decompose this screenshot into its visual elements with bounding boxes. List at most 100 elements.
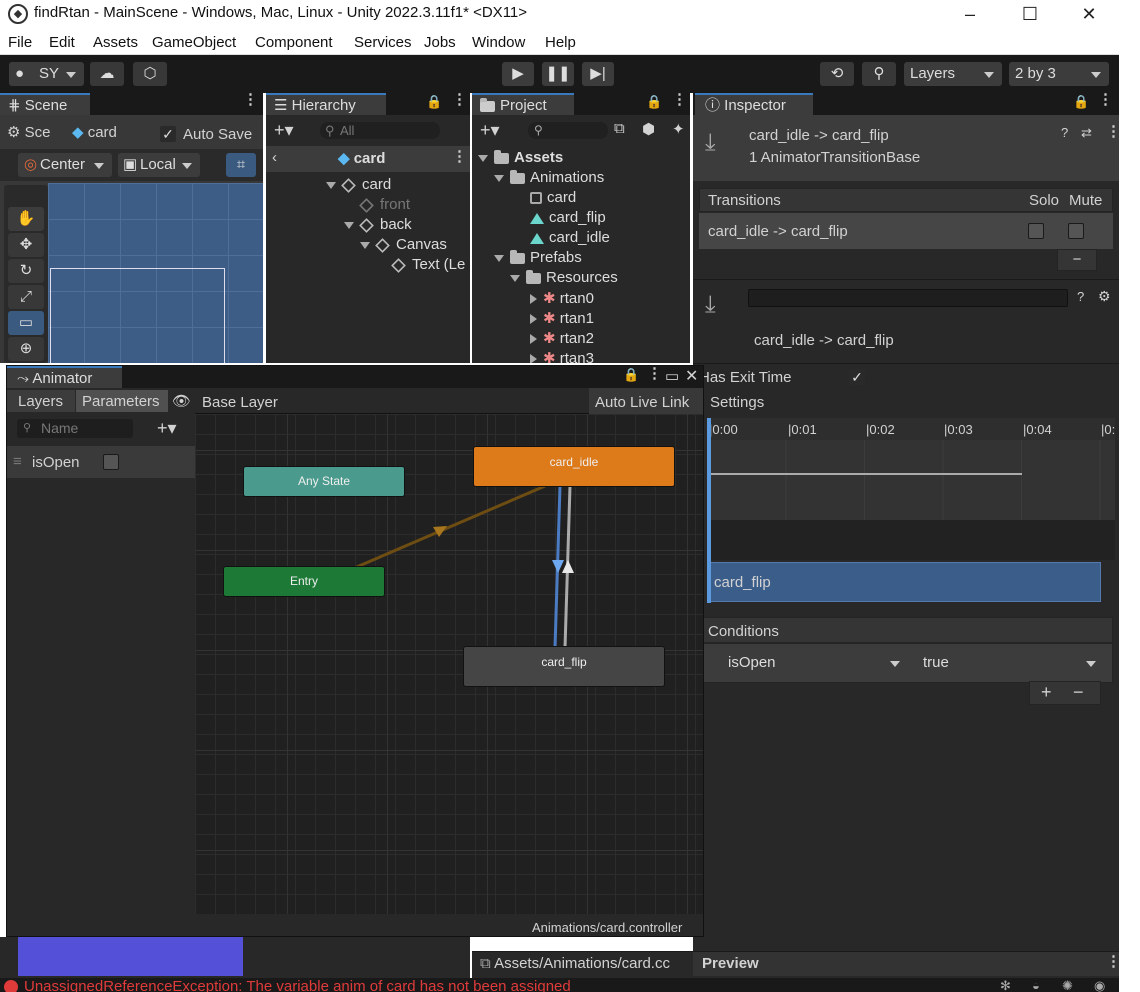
tab-inspector[interactable]: ⓘ Inspector bbox=[695, 93, 813, 115]
inspector-lock-icon[interactable]: 🔒 bbox=[1073, 94, 1089, 110]
project-menu-icon[interactable]: ⋮ bbox=[672, 93, 687, 107]
hierarchy-root-menu-icon[interactable]: ⋮ bbox=[452, 149, 467, 164]
project-type-icon[interactable]: ⬢ bbox=[642, 120, 655, 138]
bug-icon[interactable]: ✺ bbox=[1062, 978, 1073, 992]
remove-transition-button[interactable]: − bbox=[1057, 249, 1097, 271]
close-icon[interactable]: ✕ bbox=[1059, 0, 1119, 31]
tab-project[interactable]: Project bbox=[472, 93, 574, 115]
rotate-tool-icon[interactable]: ↻ bbox=[8, 259, 44, 283]
history-icon[interactable]: ⟲ bbox=[820, 62, 854, 86]
account-dropdown[interactable]: ● SY bbox=[9, 62, 84, 86]
debug-icon[interactable]: ✻ bbox=[1000, 978, 1011, 992]
settings-foldout[interactable]: Settings bbox=[710, 394, 764, 411]
maximize-icon[interactable]: ☐ bbox=[1000, 0, 1060, 31]
entry-to-idle-transition[interactable] bbox=[351, 484, 546, 571]
menu-help[interactable]: Help bbox=[545, 34, 576, 51]
hierarchy-back-icon[interactable]: ‹ bbox=[272, 149, 277, 166]
tab-animator[interactable]: ⤳ Animator bbox=[7, 366, 122, 388]
hierarchy-item-canvas[interactable]: Canvas bbox=[360, 236, 447, 253]
timeline-ruler[interactable] bbox=[707, 418, 1115, 440]
settings-gear-icon[interactable]: ⚙ bbox=[1098, 288, 1111, 305]
hierarchy-add-button[interactable]: +▾ bbox=[274, 120, 294, 141]
condition-value-dropdown[interactable]: true bbox=[917, 651, 1104, 675]
has-exit-time-checkbox[interactable]: ✓ bbox=[849, 369, 865, 385]
collab-icon[interactable]: ⬡ bbox=[133, 62, 167, 86]
space-dropdown[interactable]: ▣ Local bbox=[118, 153, 200, 177]
drag-handle-icon[interactable]: ≡ bbox=[13, 453, 22, 470]
eye-icon[interactable]: 👁 bbox=[172, 392, 191, 410]
project-search-input[interactable]: ⚲ bbox=[528, 122, 608, 139]
hierarchy-lock-icon[interactable]: 🔒 bbox=[426, 94, 442, 110]
timeline-curve-area[interactable] bbox=[707, 440, 1115, 520]
state-card-flip[interactable]: card_flip bbox=[464, 647, 664, 686]
project-add-button[interactable]: +▾ bbox=[480, 120, 500, 141]
hierarchy-search-input[interactable]: ⚲ All bbox=[320, 122, 440, 139]
preview-label[interactable]: Preview bbox=[702, 955, 759, 972]
layout-dropdown[interactable]: 2 by 3 bbox=[1009, 62, 1109, 86]
animator-close-icon[interactable]: ✕ bbox=[685, 366, 698, 386]
menu-services[interactable]: Services bbox=[354, 34, 412, 51]
auto-save-checkbox[interactable]: ✓ bbox=[160, 126, 176, 142]
settings-help-icon[interactable]: ? bbox=[1077, 289, 1084, 304]
scale-tool-icon[interactable]: ⤢ bbox=[8, 285, 44, 309]
preset-icon[interactable]: ⇄ bbox=[1081, 125, 1092, 141]
animator-maximize-icon[interactable]: ▭ bbox=[665, 367, 679, 385]
project-item-rtan2[interactable]: ✱ rtan2 bbox=[530, 329, 594, 347]
hierarchy-item-card[interactable]: card bbox=[326, 176, 391, 193]
preview-menu-icon[interactable]: ⋮ bbox=[1106, 954, 1119, 969]
pivot-dropdown[interactable]: ◎ Center bbox=[18, 153, 112, 177]
state-any-state[interactable]: Any State bbox=[244, 467, 404, 496]
state-entry[interactable]: Entry bbox=[224, 567, 384, 596]
hierarchy-menu-icon[interactable]: ⋮ bbox=[452, 93, 467, 107]
remove-condition-button[interactable]: − bbox=[1073, 682, 1084, 703]
menu-gameobject[interactable]: GameObject bbox=[152, 34, 236, 51]
parameter-search-input[interactable]: ⚲ Name bbox=[17, 419, 133, 438]
project-item-card-idle[interactable]: card_idle bbox=[530, 229, 610, 246]
animator-menu-icon[interactable]: ⋮ bbox=[647, 366, 662, 381]
rect-tool-icon[interactable]: ▭ bbox=[8, 311, 44, 335]
console-error-message[interactable]: UnassignedReferenceException: The variab… bbox=[24, 978, 571, 992]
scene-breadcrumb[interactable]: ⚙ Sce bbox=[7, 123, 50, 141]
help-icon[interactable]: ? bbox=[1061, 125, 1068, 140]
menu-assets[interactable]: Assets bbox=[93, 34, 138, 51]
layers-dropdown[interactable]: Layers bbox=[904, 62, 1002, 86]
search-icon[interactable]: ⚲ bbox=[862, 62, 896, 86]
playhead[interactable] bbox=[707, 418, 711, 603]
state-card-idle[interactable]: card_idle bbox=[474, 447, 674, 486]
animator-lock-icon[interactable]: 🔒 bbox=[623, 367, 639, 383]
menu-edit[interactable]: Edit bbox=[49, 34, 75, 51]
project-item-prefabs[interactable]: Prefabs bbox=[494, 249, 582, 266]
move-tool-icon[interactable]: ✥ bbox=[8, 233, 44, 257]
project-item-rtan1[interactable]: ✱ rtan1 bbox=[530, 309, 594, 327]
parameter-value-checkbox[interactable] bbox=[103, 454, 119, 470]
project-lock-icon[interactable]: 🔒 bbox=[646, 94, 662, 110]
hierarchy-item-text[interactable]: Text (Le bbox=[391, 256, 465, 273]
base-layer-breadcrumb[interactable]: Base Layer bbox=[202, 394, 278, 411]
cloud-icon[interactable]: ☁ bbox=[90, 62, 124, 86]
breadcrumb-object[interactable]: ◆ card bbox=[72, 123, 117, 141]
transition-name-field[interactable] bbox=[748, 289, 1068, 307]
play-button[interactable]: ▶ bbox=[502, 62, 534, 86]
progress-icon[interactable]: ◒ bbox=[1032, 978, 1040, 992]
project-item-card-flip[interactable]: card_flip bbox=[530, 209, 606, 226]
hierarchy-item-back[interactable]: back bbox=[344, 216, 412, 233]
tab-scene[interactable]: ⋕ Scene bbox=[0, 93, 90, 115]
project-item-rtan0[interactable]: ✱ rtan0 bbox=[530, 289, 594, 307]
menu-window[interactable]: Window bbox=[472, 34, 525, 51]
solo-checkbox[interactable] bbox=[1028, 223, 1044, 239]
transform-tool-icon[interactable]: ⊕ bbox=[8, 337, 44, 361]
header-menu-icon[interactable]: ⋮ bbox=[1106, 124, 1119, 139]
menu-jobs[interactable]: Jobs bbox=[424, 34, 456, 51]
add-condition-button[interactable]: + bbox=[1041, 682, 1052, 703]
condition-param-dropdown[interactable]: isOpen bbox=[722, 651, 908, 675]
scene-menu-icon[interactable]: ⋮ bbox=[243, 93, 258, 107]
project-item-animations[interactable]: Animations bbox=[494, 169, 604, 186]
menu-component[interactable]: Component bbox=[255, 34, 333, 51]
project-item-resources[interactable]: Resources bbox=[510, 269, 618, 286]
project-filter-icon[interactable]: ⧉ bbox=[614, 120, 625, 137]
add-parameter-button[interactable]: +▾ bbox=[157, 418, 177, 439]
hand-tool-icon[interactable]: ✋ bbox=[8, 207, 44, 231]
inspector-menu-icon[interactable]: ⋮ bbox=[1098, 93, 1113, 107]
minimize-icon[interactable]: – bbox=[940, 0, 1000, 31]
step-button[interactable]: ▶| bbox=[582, 62, 614, 86]
